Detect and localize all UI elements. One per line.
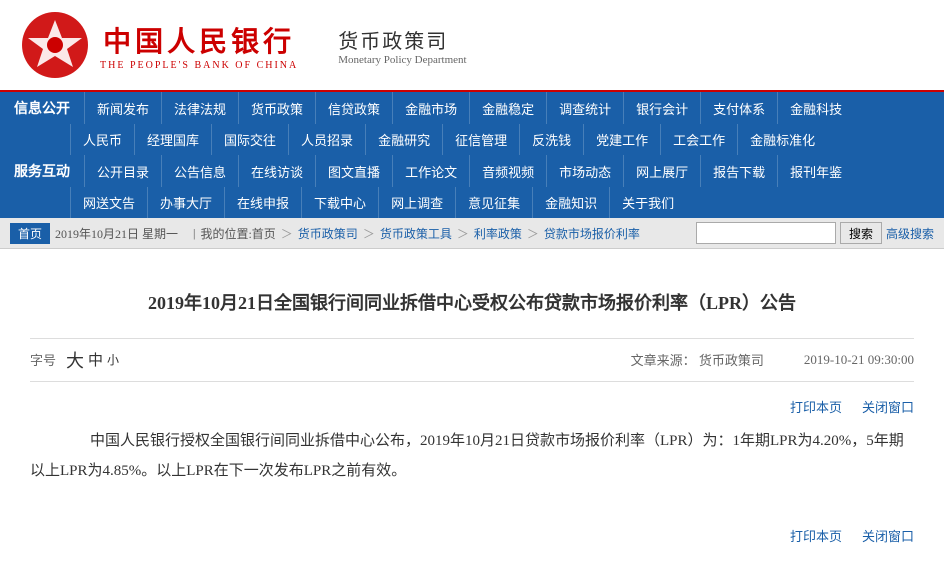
- breadcrumb-sep1: ＞: [281, 225, 293, 242]
- nav-item-payment[interactable]: 支付体系: [700, 92, 777, 124]
- navigation: 信息公开 新闻发布 法律法规 货币政策 信贷政策 金融市场 金融稳定 调查统计 …: [0, 92, 944, 218]
- nav-item-netnotice[interactable]: 网送文告: [70, 187, 147, 218]
- close-top-link[interactable]: 关闭窗口: [862, 397, 914, 416]
- source-value: 货币政策司: [699, 353, 764, 368]
- print-top-link[interactable]: 打印本页: [790, 397, 842, 416]
- nav-item-union[interactable]: 工会工作: [660, 124, 737, 155]
- nav-item-fintech[interactable]: 金融科技: [777, 92, 854, 124]
- nav-label-spacer2: [0, 187, 70, 218]
- nav-item-intl[interactable]: 国际交往: [211, 124, 288, 155]
- search-button[interactable]: 搜索: [840, 222, 882, 244]
- print-bottom-link[interactable]: 打印本页: [790, 526, 842, 545]
- home-button[interactable]: 首页: [10, 223, 50, 244]
- dept-name-cn: 货币政策司: [338, 25, 466, 54]
- breadcrumb-rate-policy[interactable]: 利率政策: [474, 225, 522, 242]
- nav-row3-items: 公开目录 公告信息 在线访谈 图文直播 工作论文 音频视频 市场动态 网上展厅 …: [84, 155, 944, 187]
- bank-name-cn: 中国人民银行: [103, 20, 295, 60]
- source-label: 文章来源：: [631, 353, 696, 368]
- nav-item-monetary[interactable]: 货币政策: [238, 92, 315, 124]
- advanced-search-link[interactable]: 高级搜索: [886, 225, 934, 242]
- nav-item-party[interactable]: 党建工作: [583, 124, 660, 155]
- font-size-control: 字号 大 中 小: [30, 347, 119, 373]
- breadcrumb-date: 2019年10月21日 星期一: [55, 225, 178, 242]
- logo-text: 中国人民银行 THE PEOPLE'S BANK OF CHINA: [100, 20, 298, 71]
- nav-item-download[interactable]: 下载中心: [301, 187, 378, 218]
- nav-row2-items: 人民币 经理国库 国际交往 人员招录 金融研究 征信管理 反洗钱 党建工作 工会…: [70, 124, 944, 155]
- nav-item-survey2[interactable]: 网上调查: [378, 187, 455, 218]
- nav-item-live[interactable]: 图文直播: [315, 155, 392, 187]
- logo-area: 中国人民银行 THE PEOPLE'S BANK OF CHINA: [20, 10, 298, 80]
- breadcrumb-monetary-tools[interactable]: 货币政策工具: [380, 225, 452, 242]
- breadcrumb-separator0: |: [193, 226, 195, 241]
- nav-item-online-report[interactable]: 在线申报: [224, 187, 301, 218]
- breadcrumb-bar: 首页 2019年10月21日 星期一 | 我的位置:首页 ＞ 货币政策司 ＞ 货…: [0, 218, 944, 249]
- nav-item-financial-stable[interactable]: 金融稳定: [469, 92, 546, 124]
- nav-item-fin-knowledge[interactable]: 金融知识: [532, 187, 609, 218]
- nav-item-audio[interactable]: 音频视频: [469, 155, 546, 187]
- bank-emblem-icon: [20, 10, 90, 80]
- article-top-actions: 打印本页 关闭窗口: [30, 397, 914, 416]
- nav-item-reports[interactable]: 报告下载: [700, 155, 777, 187]
- nav-item-catalog[interactable]: 公开目录: [84, 155, 161, 187]
- nav-item-comments[interactable]: 意见征集: [455, 187, 532, 218]
- dept-area: 货币政策司 Monetary Policy Department: [338, 25, 466, 66]
- breadcrumb-sep3: ＞: [457, 225, 469, 242]
- nav-item-about[interactable]: 关于我们: [609, 187, 686, 218]
- nav-label-info: 信息公开: [0, 92, 84, 124]
- breadcrumb-monetary-dept[interactable]: 货币政策司: [298, 225, 358, 242]
- nav-item-survey[interactable]: 调查统计: [546, 92, 623, 124]
- nav-item-market[interactable]: 市场动态: [546, 155, 623, 187]
- nav-item-treasury[interactable]: 经理国库: [134, 124, 211, 155]
- nav-item-standard[interactable]: 金融标准化: [737, 124, 827, 155]
- nav-row4-items: 网送文告 办事大厅 在线申报 下载中心 网上调查 意见征集 金融知识 关于我们: [70, 187, 944, 218]
- bank-name-en: THE PEOPLE'S BANK OF CHINA: [100, 60, 298, 71]
- nav-item-interview[interactable]: 在线访谈: [238, 155, 315, 187]
- font-size-label: 字号: [30, 350, 56, 369]
- article-body: 中国人民银行授权全国银行间同业拆借中心公布，2019年10月21日贷款市场报价利…: [30, 426, 914, 486]
- nav-item-law[interactable]: 法律法规: [161, 92, 238, 124]
- nav-row1-items: 新闻发布 法律法规 货币政策 信贷政策 金融市场 金融稳定 调查统计 银行会计 …: [84, 92, 944, 124]
- nav-item-credit-mgmt[interactable]: 征信管理: [442, 124, 519, 155]
- nav-item-credit[interactable]: 信贷政策: [315, 92, 392, 124]
- font-medium-button[interactable]: 中: [88, 349, 103, 370]
- article-date: 2019-10-21 09:30:00: [804, 352, 914, 368]
- nav-item-aml[interactable]: 反洗钱: [519, 124, 583, 155]
- breadcrumb-sep2: ＞: [363, 225, 375, 242]
- dept-name-en: Monetary Policy Department: [338, 54, 466, 66]
- article-source: 文章来源： 货币政策司: [631, 350, 764, 369]
- article-title: 2019年10月21日全国银行间同业拆借中心受权公布贷款市场报价利率（LPR）公…: [30, 289, 914, 318]
- nav-row-2: 人民币 经理国库 国际交往 人员招录 金融研究 征信管理 反洗钱 党建工作 工会…: [0, 124, 944, 155]
- breadcrumb-sep4: ＞: [527, 225, 539, 242]
- nav-item-renminbi[interactable]: 人民币: [70, 124, 134, 155]
- nav-item-yearbook[interactable]: 报刊年鉴: [777, 155, 854, 187]
- nav-item-affairs[interactable]: 办事大厅: [147, 187, 224, 218]
- site-header: 中国人民银行 THE PEOPLE'S BANK OF CHINA 货币政策司 …: [0, 0, 944, 92]
- nav-label-service: 服务互动: [0, 155, 84, 187]
- nav-row-3: 服务互动 公开目录 公告信息 在线访谈 图文直播 工作论文 音频视频 市场动态 …: [0, 155, 944, 187]
- nav-row-4: 网送文告 办事大厅 在线申报 下载中心 网上调查 意见征集 金融知识 关于我们: [0, 187, 944, 218]
- nav-item-accounting[interactable]: 银行会计: [623, 92, 700, 124]
- font-large-button[interactable]: 大: [66, 347, 84, 373]
- nav-item-recruit[interactable]: 人员招录: [288, 124, 365, 155]
- search-area: 搜索 高级搜索: [696, 222, 934, 244]
- search-input[interactable]: [696, 222, 836, 244]
- article-meta: 字号 大 中 小 文章来源： 货币政策司 2019-10-21 09:30:00: [30, 338, 914, 382]
- nav-item-papers[interactable]: 工作论文: [392, 155, 469, 187]
- breadcrumb-lpr-market[interactable]: 贷款市场报价利率: [544, 225, 640, 242]
- nav-item-announcement[interactable]: 公告信息: [161, 155, 238, 187]
- font-small-button[interactable]: 小: [107, 351, 119, 368]
- nav-row-1: 信息公开 新闻发布 法律法规 货币政策 信贷政策 金融市场 金融稳定 调查统计 …: [0, 92, 944, 124]
- close-bottom-link[interactable]: 关闭窗口: [862, 526, 914, 545]
- nav-item-financial-market[interactable]: 金融市场: [392, 92, 469, 124]
- nav-item-research[interactable]: 金融研究: [365, 124, 442, 155]
- nav-label-spacer: [0, 124, 70, 155]
- my-location-label: 我的位置:首页: [200, 225, 275, 242]
- nav-item-news[interactable]: 新闻发布: [84, 92, 161, 124]
- article-bottom-actions: 打印本页 关闭窗口: [30, 516, 914, 545]
- article-wrapper: 2019年10月21日全国银行间同业拆借中心受权公布贷款市场报价利率（LPR）公…: [0, 249, 944, 565]
- nav-item-online-hall[interactable]: 网上展厅: [623, 155, 700, 187]
